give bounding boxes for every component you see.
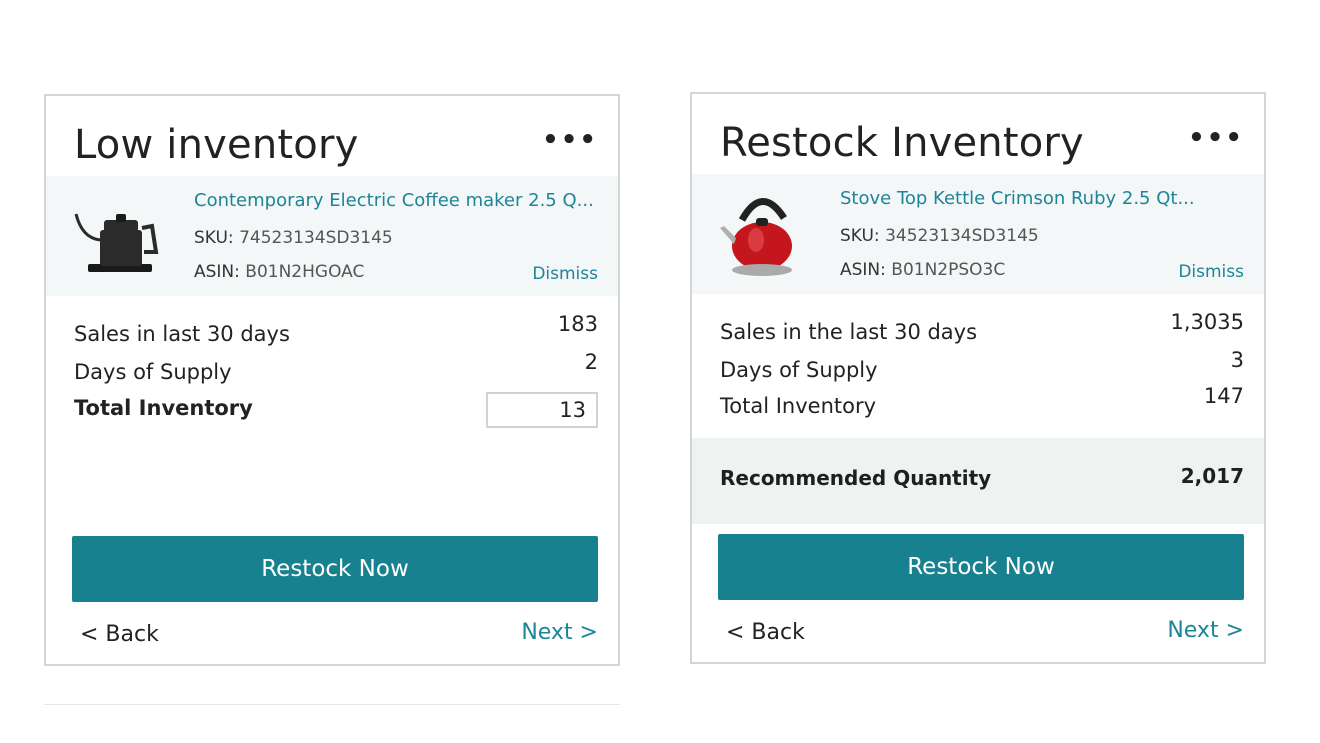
sku-label: SKU: <box>194 228 234 248</box>
asin-label: ASIN: <box>840 260 886 280</box>
product-sku: SKU: 34523134SD3145 <box>840 226 1039 246</box>
total-inventory-label: Total Inventory <box>720 394 877 418</box>
sales-row: Sales in the last 30 days 1,3035 <box>720 310 1244 350</box>
asin-value: B01N2HGOAC <box>245 262 365 282</box>
recommended-quantity-panel: Recommended Quantity 2,017 <box>692 438 1264 524</box>
product-asin: ASIN: B01N2PSO3C <box>840 260 1005 280</box>
total-inventory-row: Total Inventory 147 <box>720 384 1244 424</box>
electric-kettle-icon <box>74 213 159 272</box>
back-link[interactable]: < Back <box>80 622 159 647</box>
dismiss-link[interactable]: Dismiss <box>1178 262 1244 282</box>
total-inventory-label: Total Inventory <box>74 396 253 420</box>
stove-kettle-icon <box>720 198 792 276</box>
product-name-link[interactable]: Contemporary Electric Coffee maker 2.5 Q… <box>194 190 594 211</box>
days-of-supply-row: Days of Supply 2 <box>74 350 598 390</box>
next-link[interactable]: Next > <box>521 620 598 645</box>
product-summary: Stove Top Kettle Crimson Ruby 2.5 Qt... … <box>692 174 1264 294</box>
days-of-supply-value: 3 <box>1230 348 1244 372</box>
product-name-link[interactable]: Stove Top Kettle Crimson Ruby 2.5 Qt... <box>840 188 1195 209</box>
low-inventory-card: Low inventory ••• Contemporary Electric … <box>44 94 620 666</box>
card-title: Low inventory <box>74 122 359 168</box>
recommended-quantity-label: Recommended Quantity <box>720 466 992 490</box>
asin-label: ASIN: <box>194 262 240 282</box>
next-link[interactable]: Next > <box>1167 618 1244 643</box>
total-inventory-value: 147 <box>1203 384 1244 408</box>
sales-row: Sales in last 30 days 183 <box>74 312 598 352</box>
sku-value: 34523134SD3145 <box>885 226 1039 246</box>
total-inventory-input[interactable]: 13 <box>486 392 598 428</box>
sku-label: SKU: <box>840 226 880 246</box>
days-of-supply-label: Days of Supply <box>74 360 232 384</box>
back-link[interactable]: < Back <box>726 620 805 645</box>
divider <box>44 704 620 705</box>
product-asin: ASIN: B01N2HGOAC <box>194 262 364 282</box>
sales-value: 1,3035 <box>1170 310 1244 334</box>
product-sku: SKU: 74523134SD3145 <box>194 228 393 248</box>
more-options-icon[interactable]: ••• <box>1188 125 1244 151</box>
days-of-supply-row: Days of Supply 3 <box>720 348 1244 388</box>
days-of-supply-label: Days of Supply <box>720 358 878 382</box>
restock-now-button[interactable]: Restock Now <box>72 536 598 602</box>
restock-now-button[interactable]: Restock Now <box>718 534 1244 600</box>
card-title: Restock Inventory <box>720 120 1084 166</box>
sku-value: 74523134SD3145 <box>239 228 393 248</box>
days-of-supply-value: 2 <box>584 350 598 374</box>
more-options-icon[interactable]: ••• <box>542 127 598 153</box>
dismiss-link[interactable]: Dismiss <box>532 264 598 284</box>
asin-value: B01N2PSO3C <box>891 260 1006 280</box>
sales-label: Sales in the last 30 days <box>720 320 978 344</box>
product-summary: Contemporary Electric Coffee maker 2.5 Q… <box>46 176 618 296</box>
sales-label: Sales in last 30 days <box>74 322 290 346</box>
sales-value: 183 <box>557 312 598 336</box>
recommended-quantity-value: 2,017 <box>1180 464 1244 488</box>
restock-inventory-card: Restock Inventory ••• Stove Top Kettle C… <box>690 92 1266 664</box>
